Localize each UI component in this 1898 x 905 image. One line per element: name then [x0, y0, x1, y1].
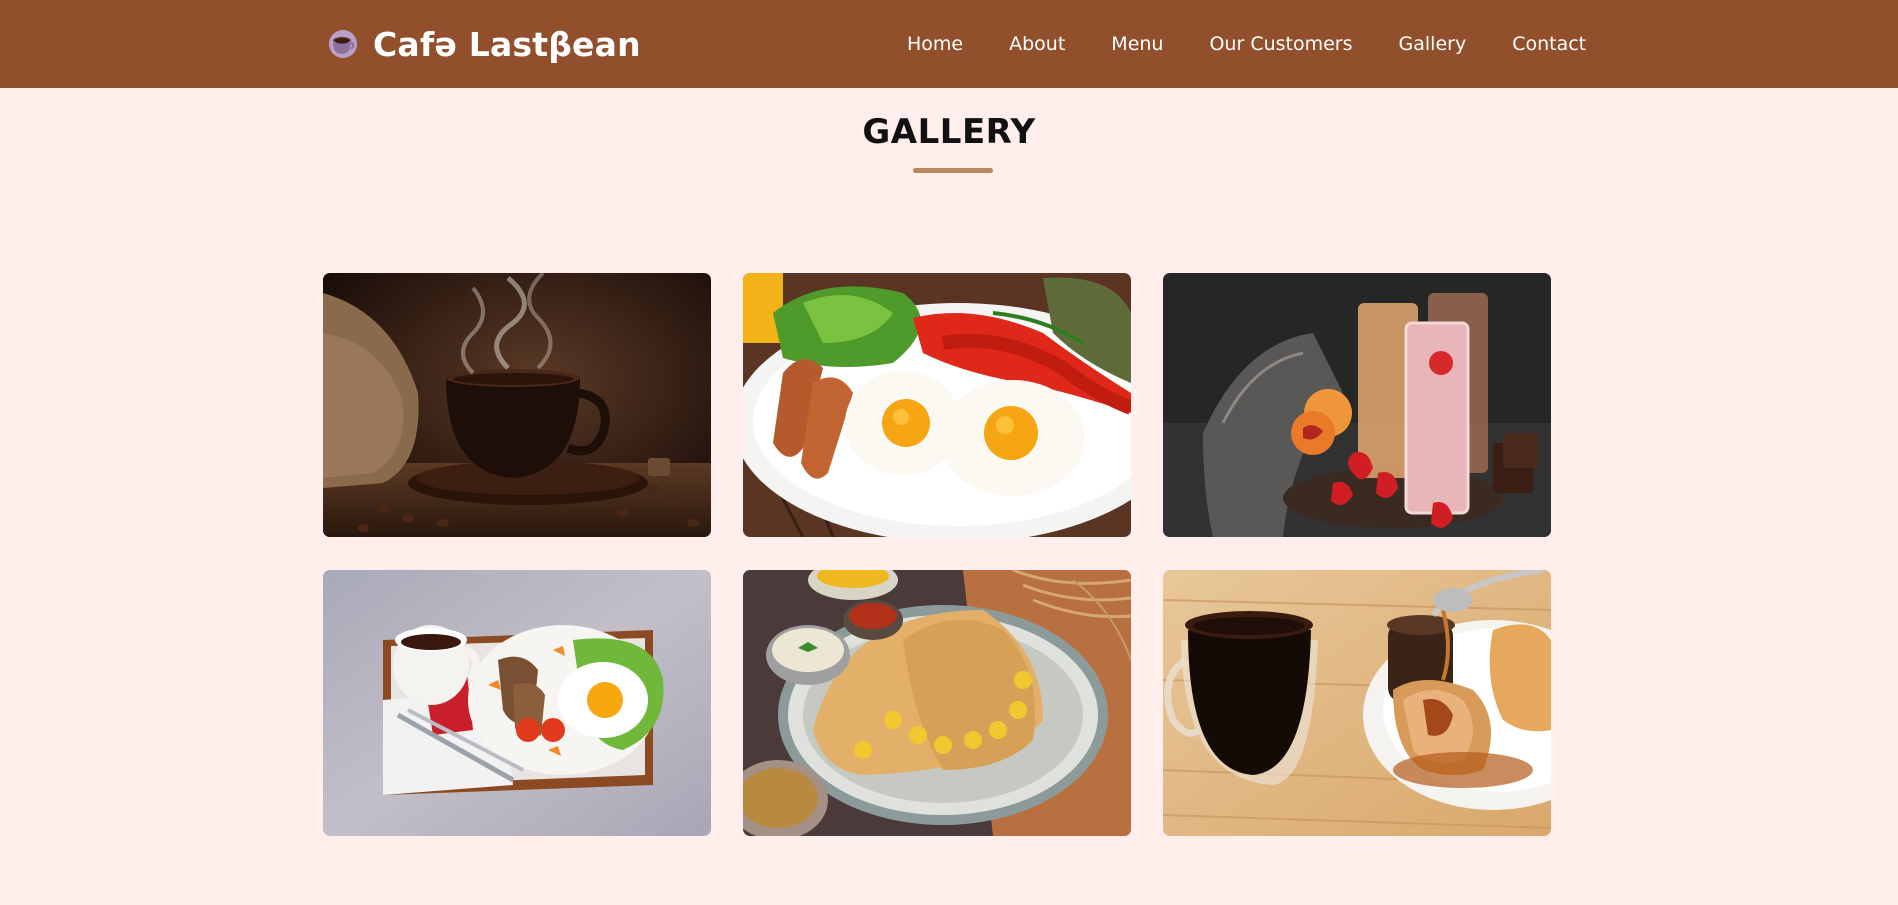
nav-gallery[interactable]: Gallery — [1399, 33, 1467, 55]
nav-our-customers[interactable]: Our Customers — [1209, 33, 1352, 55]
coffee-cup-icon — [327, 28, 359, 60]
nav-menu[interactable]: Menu — [1111, 33, 1163, 55]
gallery-title: GALLERY — [862, 112, 1036, 152]
brand-logo[interactable]: Cafə Lastβean — [327, 0, 641, 88]
breakfast-tray-egg-toast-photo[interactable] — [323, 570, 711, 836]
smoothies-strawberries-photo[interactable] — [1163, 273, 1551, 537]
main-nav: Home About Menu Our Customers Gallery Co… — [907, 0, 1586, 88]
title-underline — [913, 168, 993, 173]
dosa-plate-photo[interactable] — [743, 570, 1131, 836]
coffee-cup-steam-photo[interactable] — [323, 273, 711, 537]
nav-home[interactable]: Home — [907, 33, 963, 55]
top-navbar: Cafə Lastβean Home About Menu Our Custom… — [0, 0, 1898, 88]
brand-name: Cafə Lastβean — [373, 24, 641, 64]
nav-about[interactable]: About — [1009, 33, 1065, 55]
coffee-croissant-honey-photo[interactable] — [1163, 570, 1551, 836]
gallery-grid — [323, 273, 1551, 836]
nav-contact[interactable]: Contact — [1512, 33, 1586, 55]
fried-eggs-sausage-breakfast-photo[interactable] — [743, 273, 1131, 537]
